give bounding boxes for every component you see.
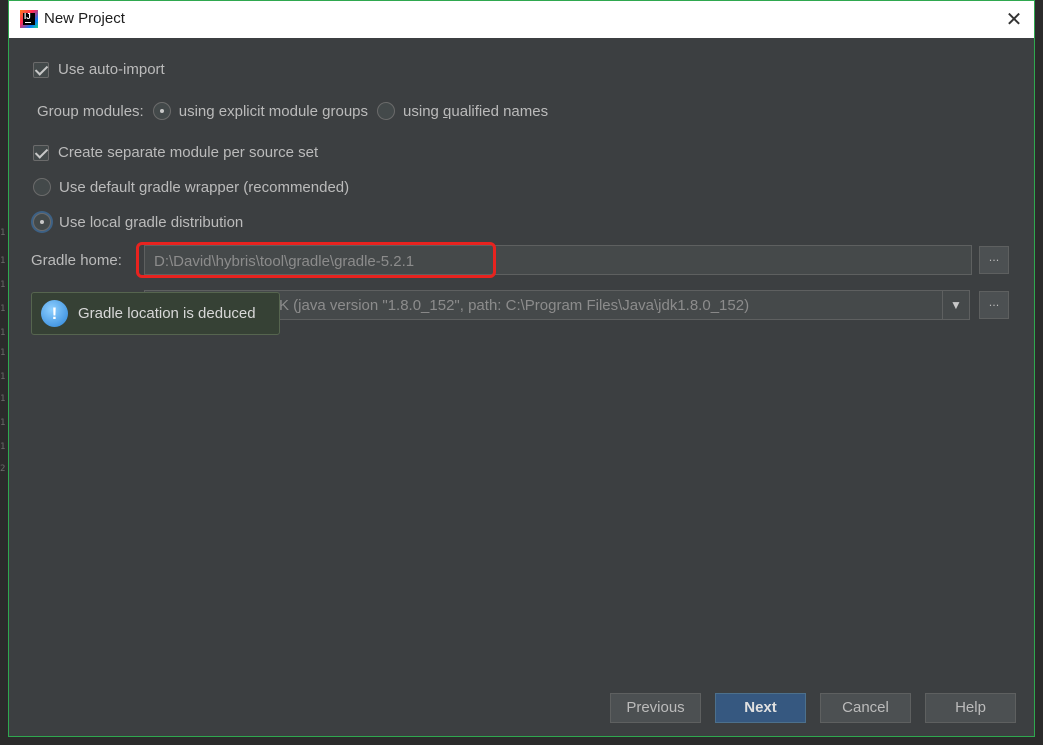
group-modules-label: Group modules: (37, 102, 144, 120)
new-project-dialog: IJ New Project ✕ Use auto-import Group m… (8, 0, 1035, 737)
close-icon[interactable]: ✕ (1002, 7, 1026, 31)
gradle-jvm-browse-button[interactable]: ... (979, 291, 1009, 319)
title-bar: IJ New Project ✕ (9, 1, 1034, 38)
cancel-button[interactable]: Cancel (820, 693, 911, 723)
local-distribution-label: Use local gradle distribution (59, 213, 244, 231)
app-icon-text: IJ (24, 12, 31, 21)
auto-import-label: Use auto-import (58, 61, 165, 78)
default-wrapper-radio[interactable] (33, 178, 51, 196)
next-button[interactable]: Next (715, 693, 806, 723)
dropdown-arrow-icon[interactable]: ▼ (942, 291, 969, 319)
separate-module-checkbox[interactable] (33, 144, 49, 161)
info-balloon: ! Gradle location is deduced (31, 292, 280, 335)
local-distribution-radio[interactable] (33, 213, 51, 231)
help-button[interactable]: Help (925, 693, 1016, 723)
gradle-home-label: Gradle home: (31, 252, 122, 269)
separate-module-option[interactable]: Create separate module per source set (33, 144, 318, 161)
explicit-groups-radio[interactable] (152, 102, 171, 120)
separate-module-label: Create separate module per source set (58, 144, 319, 161)
default-wrapper-option[interactable]: Use default gradle wrapper (recommended) (33, 178, 349, 196)
previous-button[interactable]: Previous (610, 693, 701, 723)
auto-import-option[interactable]: Use auto-import (33, 61, 165, 78)
group-modules-row: Group modules: using explicit module gro… (37, 102, 548, 120)
highlight-annotation (136, 242, 496, 278)
local-distribution-option[interactable]: Use local gradle distribution (33, 213, 243, 231)
auto-import-checkbox[interactable] (33, 61, 49, 78)
intellij-logo-icon: IJ (20, 10, 38, 28)
explicit-groups-label[interactable]: using explicit module groups (179, 103, 368, 120)
default-wrapper-label: Use default gradle wrapper (recommended) (59, 178, 350, 196)
info-icon: ! (41, 300, 68, 327)
qualified-names-label[interactable]: using qualified names (403, 103, 548, 120)
balloon-message: Gradle location is deduced (78, 305, 256, 322)
window-title: New Project (44, 10, 125, 27)
qualified-names-radio[interactable] (377, 102, 396, 120)
gradle-jvm-value: K (java version "1.8.0_152", path: C:\Pr… (279, 297, 750, 314)
gradle-home-browse-button[interactable]: ... (979, 246, 1009, 274)
gradle-home-label-row: Gradle home: (31, 252, 122, 269)
